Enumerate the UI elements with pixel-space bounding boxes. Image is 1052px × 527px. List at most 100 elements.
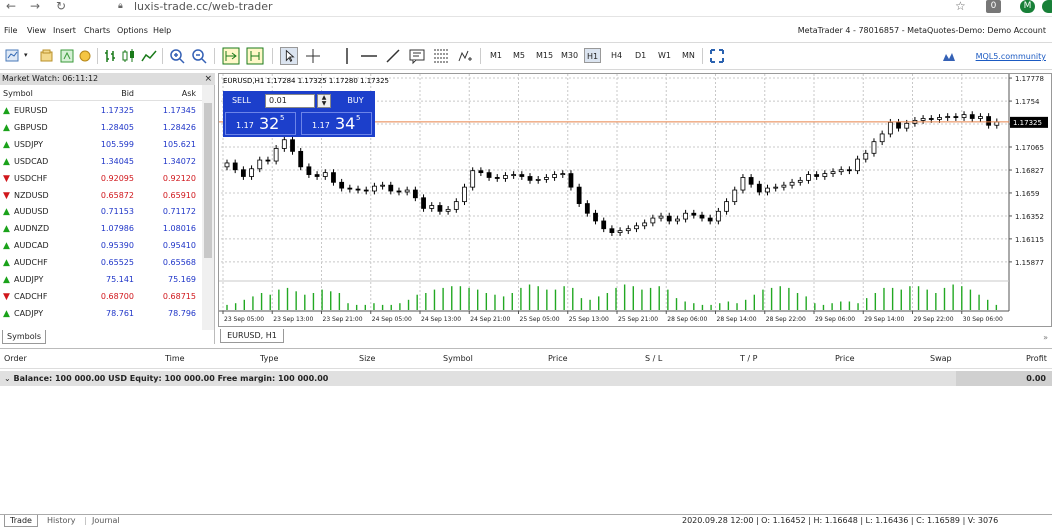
back-icon[interactable]: ← (6, 0, 16, 14)
bar-chart-icon[interactable] (102, 47, 120, 65)
market-watch-icon[interactable] (58, 47, 76, 65)
column-stop-loss[interactable]: S / L (645, 354, 662, 364)
fibonacci-icon[interactable] (432, 47, 450, 65)
tab-history[interactable]: History (47, 515, 75, 527)
column-swap[interactable]: Swap (930, 354, 952, 364)
tile-windows-icon[interactable] (222, 47, 240, 65)
column-profit[interactable]: Profit (1026, 354, 1047, 364)
sell-price-box[interactable]: 1.17 32 5 (225, 112, 296, 135)
chart-tabs-scroll-icon[interactable]: » (1043, 333, 1048, 342)
zoom-out-icon[interactable] (190, 47, 208, 65)
fullscreen-icon[interactable] (708, 47, 726, 65)
column-ask[interactable]: Ask (182, 87, 196, 101)
line-chart-icon[interactable] (140, 47, 158, 65)
tab-journal[interactable]: Journal (92, 515, 120, 527)
crosshair-icon[interactable] (304, 47, 322, 65)
menu-options[interactable]: Options (117, 26, 148, 36)
market-watch-row[interactable]: ▲ USDCAD 1.34045 1.34072 (0, 154, 202, 170)
menu-charts[interactable]: Charts (84, 26, 110, 36)
horizontal-line-icon[interactable] (360, 47, 378, 65)
market-watch-row[interactable]: ▼ NZDUSD 0.65872 0.65910 (0, 188, 202, 204)
candle-body (666, 215, 672, 222)
column-type[interactable]: Type (260, 354, 278, 364)
market-watch-row[interactable]: ▲ AUDCAD 0.95390 0.95410 (0, 238, 202, 254)
column-size[interactable]: Size (359, 354, 375, 364)
vertical-line-icon[interactable] (338, 47, 356, 65)
market-watch-row[interactable]: ▲ AUDUSD 0.71153 0.71172 (0, 204, 202, 220)
reload-icon[interactable]: ↻ (56, 0, 66, 14)
ask-price: 0.65910 (162, 190, 196, 200)
mql5-community-link[interactable]: MQL5.community (976, 52, 1046, 62)
chart-shift-icon[interactable] (246, 47, 264, 65)
timeframe-m1[interactable]: M1 (488, 48, 504, 63)
menu-file[interactable]: File (4, 26, 17, 36)
market-watch-row[interactable]: ▲ AUDCHF 0.65525 0.65568 (0, 255, 202, 271)
market-watch-scrollbar[interactable] (202, 85, 214, 330)
column-order[interactable]: Order (4, 354, 27, 364)
timeframe-h4[interactable]: H4 (609, 48, 624, 63)
profiles-icon[interactable] (38, 47, 56, 65)
candle-body (232, 162, 238, 171)
lot-size-input[interactable]: 0.01 (265, 94, 315, 108)
navigator-icon[interactable] (76, 47, 94, 65)
market-watch-row[interactable]: ▲ GBPUSD 1.28405 1.28426 (0, 120, 202, 136)
column-price[interactable]: Price (548, 354, 568, 364)
new-chart-dropdown-icon[interactable]: ▾ (22, 48, 30, 63)
indicators-icon[interactable] (456, 47, 474, 65)
symbol-name: AUDCAD (14, 241, 49, 251)
market-watch-row[interactable]: ▲ AUDJPY 75.141 75.169 (0, 272, 202, 288)
timeframe-d1[interactable]: D1 (633, 48, 648, 63)
extension-icon[interactable]: 0 (986, 0, 1001, 13)
candle-body (797, 179, 803, 183)
timeframe-m15[interactable]: M15 (534, 48, 555, 63)
address-bar[interactable]: luxis-trade.cc/web-trader (134, 0, 272, 13)
trendline-icon[interactable] (384, 47, 402, 65)
menu-insert[interactable]: Insert (53, 26, 76, 36)
lock-icon: 🔒︎ (118, 1, 123, 11)
menu-view[interactable]: View (27, 26, 46, 36)
column-symbol[interactable]: Symbol (3, 87, 33, 101)
menu-help[interactable]: Help (153, 26, 171, 36)
buy-price-box[interactable]: 1.17 34 5 (301, 112, 372, 135)
column-symbol[interactable]: Symbol (443, 354, 473, 364)
tab-trade[interactable]: Trade (4, 515, 38, 527)
buy-button[interactable]: BUY (339, 93, 372, 109)
market-watch-row[interactable]: ▲ EURUSD 1.17325 1.17345 (0, 103, 202, 119)
bookmark-star-icon[interactable]: ☆ (955, 0, 966, 14)
candle-body (568, 173, 574, 188)
lot-stepper[interactable]: ▲ ▼ (317, 94, 331, 108)
column-bid[interactable]: Bid (121, 87, 134, 101)
market-watch-row[interactable]: ▼ CADCHF 0.68700 0.68715 (0, 289, 202, 305)
zoom-in-icon[interactable] (168, 47, 186, 65)
cursor-icon[interactable] (280, 47, 298, 65)
chart-window[interactable]: 1.177781.17541.173031.170651.168271.1659… (218, 73, 1052, 327)
tab-chart-eurusd-h1[interactable]: EURUSD, H1 (220, 329, 284, 343)
timeframe-h1[interactable]: H1 (584, 48, 602, 63)
timeframe-w1[interactable]: W1 (656, 48, 673, 63)
market-watch-row[interactable]: ▲ USDJPY 105.599 105.621 (0, 137, 202, 153)
market-watch-row[interactable]: ▲ CADJPY 78.761 78.796 (0, 306, 202, 322)
collapse-icon[interactable]: ⌄ (0, 374, 11, 383)
y-tick-label: 1.1754 (1015, 98, 1040, 106)
timeframe-m5[interactable]: M5 (511, 48, 527, 63)
text-label-icon[interactable] (408, 47, 426, 65)
market-watch-row[interactable]: ▼ USDCHF 0.92095 0.92120 (0, 171, 202, 187)
profile-avatar[interactable]: M (1020, 0, 1035, 13)
column-time[interactable]: Time (165, 354, 185, 364)
candle-body (789, 181, 795, 186)
sell-button[interactable]: SELL (225, 93, 258, 109)
market-watch-row[interactable]: ▲ AUDNZD 1.07986 1.08016 (0, 221, 202, 237)
candlestick-chart-icon[interactable] (120, 47, 138, 65)
timeframe-m30[interactable]: M30 (559, 48, 580, 63)
column-current-price[interactable]: Price (835, 354, 855, 364)
candle-body (928, 118, 934, 120)
balance-row[interactable]: ⌄ Balance: 100 000.00 USD Equity: 100 00… (0, 371, 1052, 386)
forward-icon[interactable]: → (30, 0, 40, 14)
scroll-thumb[interactable] (204, 103, 212, 258)
timeframe-mn[interactable]: MN (680, 48, 697, 63)
candle-body (617, 230, 623, 233)
new-chart-icon[interactable] (4, 47, 22, 65)
column-take-profit[interactable]: T / P (740, 354, 758, 364)
tab-symbols[interactable]: Symbols (2, 330, 46, 344)
close-icon[interactable]: × (204, 73, 212, 85)
